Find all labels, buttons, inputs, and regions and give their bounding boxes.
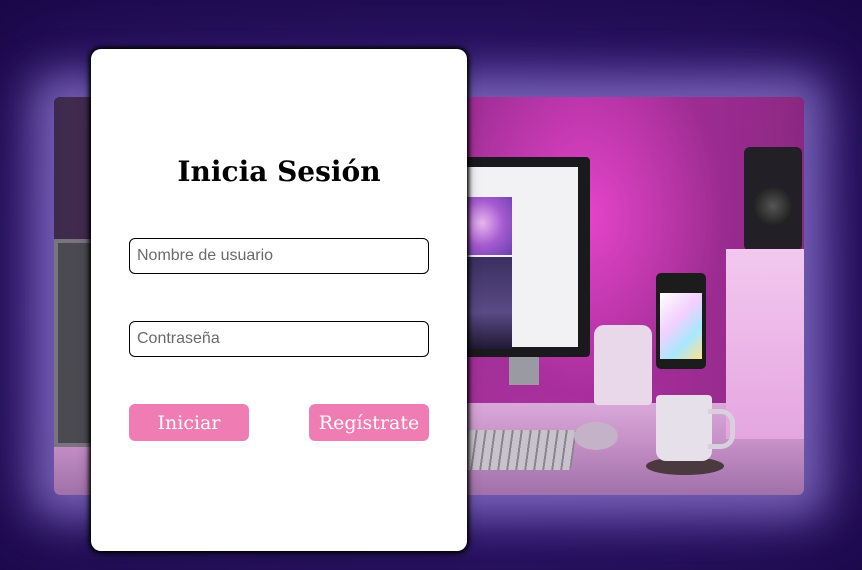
keyboard (463, 430, 577, 470)
monitor-stand (509, 357, 539, 385)
mouse (574, 422, 618, 450)
screen-image-purple (462, 197, 512, 255)
shelf (54, 239, 96, 447)
mug-handle (708, 409, 735, 449)
password-input[interactable] (129, 321, 429, 357)
phone-screen (660, 293, 702, 359)
login-button[interactable]: Iniciar (129, 404, 249, 441)
screen-image-night (462, 257, 512, 349)
pink-box (726, 249, 804, 439)
mug (656, 395, 712, 461)
phone-stand (594, 325, 652, 405)
username-input[interactable] (129, 238, 429, 274)
login-card: Inicia Sesión Iniciar Regístrate (91, 49, 467, 551)
login-title: Inicia Sesión (177, 155, 381, 188)
register-button[interactable]: Regístrate (309, 404, 429, 441)
speaker-cone (754, 187, 792, 225)
